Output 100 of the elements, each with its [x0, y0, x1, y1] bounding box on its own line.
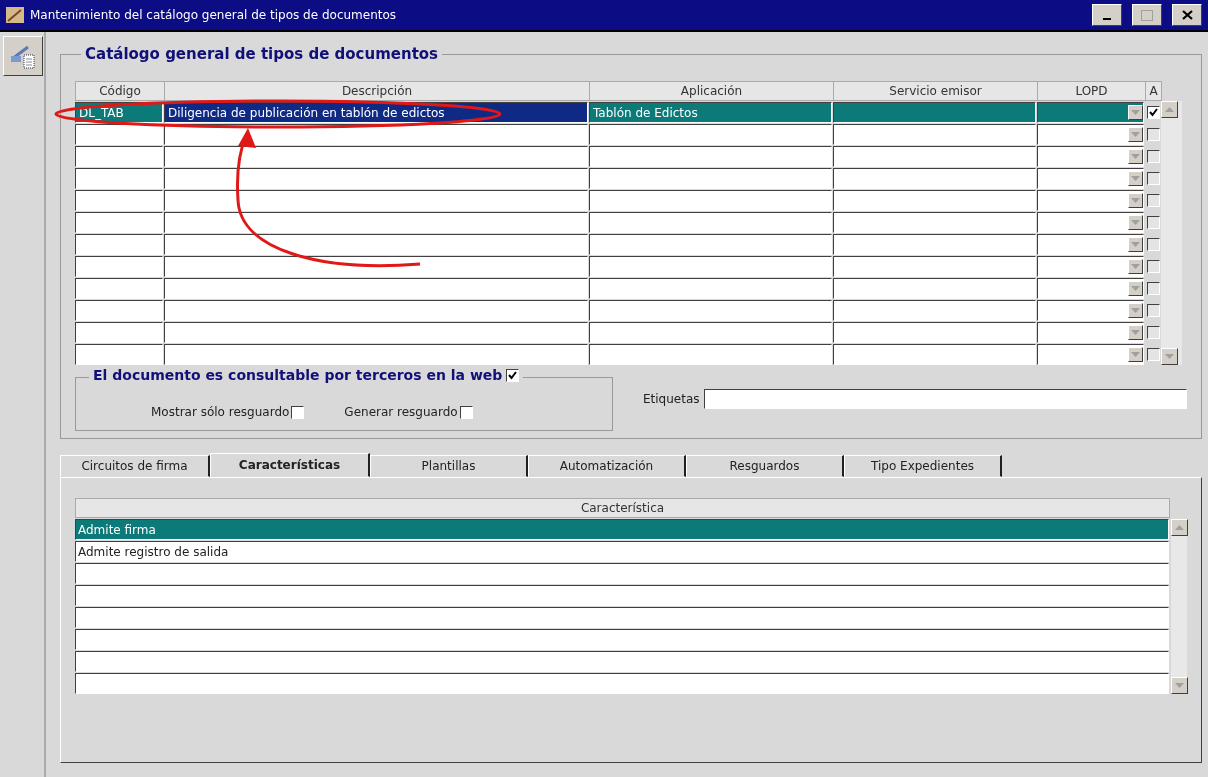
table-cell[interactable] — [75, 563, 1169, 584]
dropdown-field[interactable] — [1037, 212, 1144, 233]
table-cell[interactable] — [833, 190, 1036, 211]
column-header: Servicio emisor — [833, 81, 1038, 101]
checkbox[interactable] — [1146, 303, 1160, 317]
table-cell[interactable] — [75, 278, 163, 299]
checkbox[interactable] — [1146, 325, 1160, 339]
table-cell[interactable] — [589, 256, 832, 277]
checkbox[interactable] — [459, 405, 473, 419]
table-cell[interactable] — [75, 234, 163, 255]
table-cell[interactable] — [833, 256, 1036, 277]
table-cell[interactable] — [833, 102, 1036, 123]
table-cell[interactable] — [833, 212, 1036, 233]
table-cell[interactable] — [164, 278, 588, 299]
checkbox[interactable] — [1146, 171, 1160, 185]
tab[interactable]: Resguardos — [686, 455, 844, 477]
checkbox[interactable] — [1146, 259, 1160, 273]
table-cell[interactable] — [75, 322, 163, 343]
table-cell[interactable] — [75, 124, 163, 145]
minimize-button[interactable] — [1092, 4, 1122, 26]
checkbox[interactable] — [1146, 215, 1160, 229]
dropdown-field[interactable] — [1037, 168, 1144, 189]
table-cell[interactable] — [833, 234, 1036, 255]
table-cell[interactable]: Admite firma — [75, 519, 1169, 540]
table-cell[interactable] — [75, 344, 163, 365]
table-cell[interactable] — [833, 278, 1036, 299]
table-cell[interactable] — [589, 234, 832, 255]
dropdown-field[interactable] — [1037, 300, 1144, 321]
dropdown-field[interactable] — [1037, 124, 1144, 145]
table-cell[interactable] — [164, 212, 588, 233]
checkbox[interactable] — [1146, 149, 1160, 163]
checkbox[interactable] — [1146, 105, 1160, 119]
table-cell[interactable] — [164, 146, 588, 167]
dropdown-field[interactable] — [1037, 322, 1144, 343]
table-cell[interactable] — [589, 278, 832, 299]
table-cell[interactable] — [75, 629, 1169, 650]
dropdown-field[interactable] — [1037, 344, 1144, 365]
dropdown-field[interactable] — [1037, 102, 1144, 123]
table-cell[interactable] — [589, 146, 832, 167]
tags-field[interactable] — [703, 389, 1187, 409]
table-cell[interactable]: Tablón de Edictos — [589, 102, 832, 123]
table-cell[interactable] — [589, 322, 832, 343]
table-cell[interactable] — [164, 124, 588, 145]
tab[interactable]: Plantillas — [370, 455, 528, 477]
table-cell[interactable] — [833, 322, 1036, 343]
table-cell[interactable] — [589, 300, 832, 321]
dropdown-field[interactable] — [1037, 278, 1144, 299]
scroll-up-icon[interactable] — [1161, 101, 1178, 118]
table-cell[interactable] — [75, 300, 163, 321]
document-edit-button[interactable] — [3, 36, 43, 76]
dropdown-field[interactable] — [1037, 256, 1144, 277]
checkbox[interactable] — [291, 405, 305, 419]
table-cell[interactable] — [164, 168, 588, 189]
dropdown-field[interactable] — [1037, 190, 1144, 211]
table-cell[interactable] — [75, 146, 163, 167]
table-cell[interactable] — [164, 300, 588, 321]
tab[interactable]: Características — [210, 453, 370, 477]
table-cell[interactable] — [833, 168, 1036, 189]
table-cell[interactable] — [833, 300, 1036, 321]
table-cell[interactable] — [589, 344, 832, 365]
table-cell[interactable] — [75, 651, 1169, 672]
checkbox[interactable] — [1146, 237, 1160, 251]
table-cell[interactable] — [589, 168, 832, 189]
scrollbar[interactable] — [1171, 519, 1187, 694]
table-cell[interactable] — [164, 256, 588, 277]
table-cell[interactable] — [75, 256, 163, 277]
table-cell[interactable] — [75, 212, 163, 233]
table-cell[interactable] — [75, 673, 1169, 694]
table-cell[interactable] — [589, 212, 832, 233]
table-cell[interactable] — [589, 124, 832, 145]
checkbox[interactable] — [506, 368, 520, 382]
dropdown-field[interactable] — [1037, 146, 1144, 167]
checkbox[interactable] — [1146, 347, 1160, 361]
table-cell[interactable] — [833, 124, 1036, 145]
checkbox[interactable] — [1146, 281, 1160, 295]
tab[interactable]: Circuitos de firma — [60, 455, 210, 477]
maximize-button[interactable] — [1132, 4, 1162, 26]
tab[interactable]: Automatización — [528, 455, 686, 477]
scroll-down-icon[interactable] — [1171, 677, 1188, 694]
table-cell[interactable] — [164, 344, 588, 365]
table-cell[interactable] — [75, 607, 1169, 628]
scroll-up-icon[interactable] — [1171, 519, 1188, 536]
scrollbar[interactable] — [1161, 101, 1182, 365]
close-button[interactable] — [1172, 4, 1202, 26]
checkbox-label: Generar resguardo — [344, 405, 458, 419]
scroll-down-icon[interactable] — [1161, 348, 1178, 365]
table-cell[interactable] — [164, 234, 588, 255]
table-cell[interactable] — [833, 146, 1036, 167]
table-cell[interactable] — [164, 190, 588, 211]
table-cell[interactable]: Admite registro de salida — [75, 541, 1169, 562]
table-cell[interactable] — [75, 585, 1169, 606]
table-cell[interactable] — [589, 190, 832, 211]
table-cell[interactable] — [75, 168, 163, 189]
checkbox[interactable] — [1146, 193, 1160, 207]
table-cell[interactable] — [75, 190, 163, 211]
table-cell[interactable] — [164, 322, 588, 343]
checkbox[interactable] — [1146, 127, 1160, 141]
dropdown-field[interactable] — [1037, 234, 1144, 255]
tab[interactable]: Tipo Expedientes — [844, 455, 1002, 477]
table-cell[interactable] — [833, 344, 1036, 365]
